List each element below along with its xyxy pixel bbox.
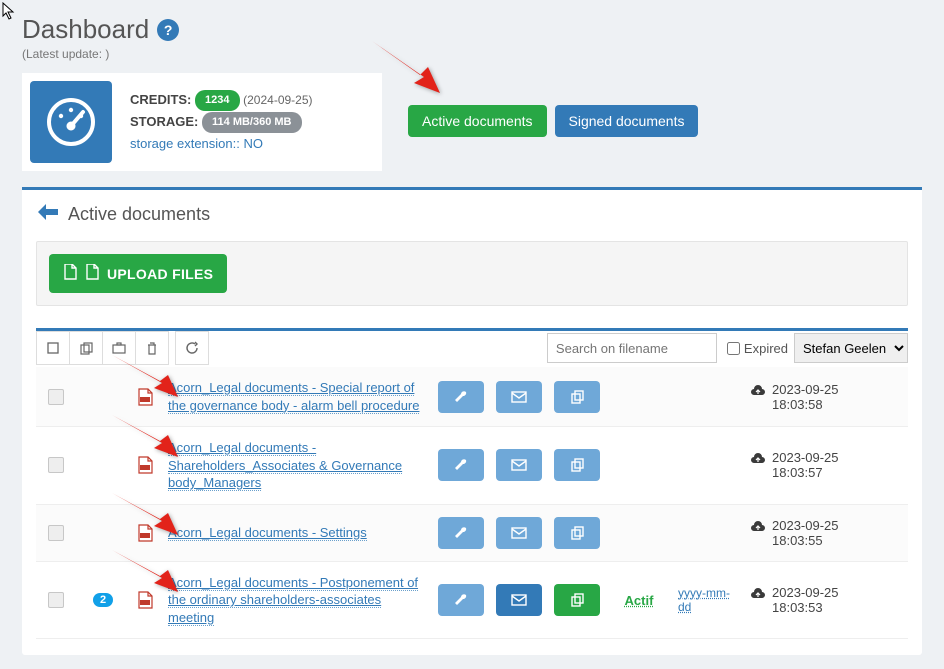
storage-badge: 114 MB/360 MB bbox=[202, 112, 301, 133]
copy-button[interactable] bbox=[554, 381, 600, 413]
credits-badge: 1234 bbox=[195, 90, 239, 111]
uploaded-timestamp: 2023-09-2518:03:58 bbox=[772, 382, 839, 412]
storage-label: STORAGE: bbox=[130, 114, 198, 129]
latest-update-label: (Latest update: ) bbox=[22, 47, 922, 61]
upload-label: UPLOAD FILES bbox=[107, 266, 213, 282]
wrench-button[interactable] bbox=[438, 449, 484, 481]
user-select[interactable]: Stefan Geelen bbox=[794, 333, 908, 363]
uploaded-timestamp: 2023-09-2518:03:57 bbox=[772, 450, 839, 480]
cloud-upload-icon bbox=[750, 450, 766, 468]
row-checkbox[interactable] bbox=[48, 592, 64, 608]
table-row: Acorn_Legal documents - Settings 2023-09… bbox=[36, 505, 908, 562]
active-documents-button[interactable]: Active documents bbox=[408, 105, 547, 137]
document-link[interactable]: Acorn_Legal documents - Special report o… bbox=[168, 380, 419, 414]
mail-button[interactable] bbox=[496, 449, 542, 481]
wrench-button[interactable] bbox=[438, 517, 484, 549]
back-arrow-icon[interactable] bbox=[36, 202, 60, 227]
storage-extension-link[interactable]: storage extension:: NO bbox=[130, 136, 263, 151]
trash-icon[interactable] bbox=[135, 331, 169, 365]
briefcase-icon[interactable] bbox=[102, 331, 136, 365]
uploaded-timestamp: 2023-09-2518:03:53 bbox=[772, 585, 839, 615]
credits-label: CREDITS: bbox=[130, 92, 191, 107]
expired-checkbox[interactable]: Expired bbox=[727, 341, 788, 356]
mail-button[interactable] bbox=[496, 584, 542, 616]
wrench-button[interactable] bbox=[438, 381, 484, 413]
mail-button[interactable] bbox=[496, 517, 542, 549]
help-icon[interactable]: ? bbox=[157, 19, 179, 41]
table-row: Acorn_Legal documents - Special report o… bbox=[36, 367, 908, 427]
refresh-icon[interactable] bbox=[175, 331, 209, 365]
pdf-icon[interactable] bbox=[134, 591, 156, 609]
row-count-badge: 2 bbox=[93, 593, 113, 607]
expired-checkbox-input[interactable] bbox=[727, 342, 740, 355]
pdf-icon[interactable] bbox=[134, 524, 156, 542]
panel-title: Active documents bbox=[68, 204, 210, 225]
pdf-icon[interactable] bbox=[134, 456, 156, 474]
file-pdf-icon bbox=[63, 264, 77, 283]
row-checkbox[interactable] bbox=[48, 389, 64, 405]
row-checkbox[interactable] bbox=[48, 525, 64, 541]
copy-icon[interactable] bbox=[69, 331, 103, 365]
expired-label: Expired bbox=[744, 341, 788, 356]
date-link[interactable]: yyyy-mm-dd bbox=[678, 586, 730, 614]
page-title: Dashboard bbox=[22, 14, 149, 45]
info-card: CREDITS: 1234 (2024-09-25) STORAGE: 114 … bbox=[22, 73, 382, 171]
signed-documents-button[interactable]: Signed documents bbox=[555, 105, 699, 137]
mail-button[interactable] bbox=[496, 381, 542, 413]
copy-button[interactable] bbox=[554, 517, 600, 549]
file-word-icon bbox=[85, 264, 99, 283]
wrench-button[interactable] bbox=[438, 584, 484, 616]
document-link[interactable]: Acorn_Legal documents - Settings bbox=[168, 525, 367, 541]
dashboard-gauge-icon bbox=[30, 81, 112, 163]
row-checkbox[interactable] bbox=[48, 457, 64, 473]
document-link[interactable]: Acorn_Legal documents - Shareholders_Ass… bbox=[168, 440, 402, 491]
table-row: Acorn_Legal documents - Shareholders_Ass… bbox=[36, 427, 908, 505]
pdf-icon[interactable] bbox=[134, 388, 156, 406]
table-row: 2 Acorn_Legal documents - Postponement o… bbox=[36, 562, 908, 640]
active-documents-panel: Active documents UPLOAD FILES bbox=[22, 187, 922, 655]
search-input[interactable] bbox=[547, 333, 717, 363]
document-link[interactable]: Acorn_Legal documents - Postponement of … bbox=[168, 575, 418, 626]
cloud-upload-icon bbox=[750, 382, 766, 400]
select-all-checkbox[interactable] bbox=[36, 331, 70, 365]
cloud-upload-icon bbox=[750, 585, 766, 603]
cursor-icon bbox=[2, 2, 16, 23]
upload-files-button[interactable]: UPLOAD FILES bbox=[49, 254, 227, 293]
cloud-upload-icon bbox=[750, 518, 766, 536]
status-badge: Actif bbox=[625, 593, 654, 608]
copy-button[interactable] bbox=[554, 584, 600, 616]
credits-date: (2024-09-25) bbox=[243, 93, 312, 107]
uploaded-timestamp: 2023-09-2518:03:55 bbox=[772, 518, 839, 548]
copy-button[interactable] bbox=[554, 449, 600, 481]
